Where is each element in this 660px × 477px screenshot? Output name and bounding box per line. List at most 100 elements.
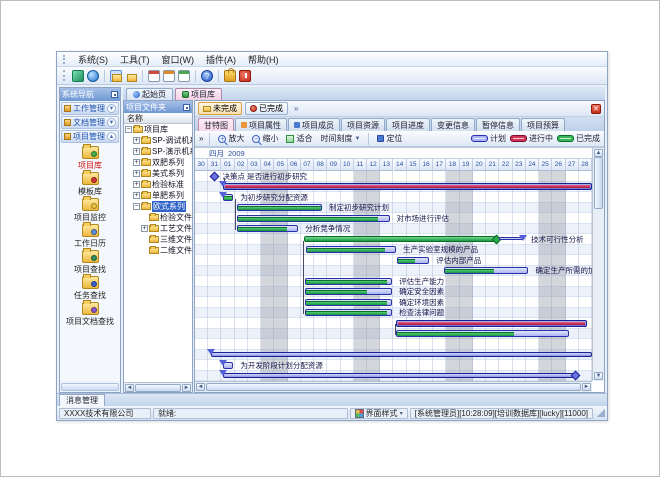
close-panel-button[interactable]: ✕	[591, 104, 601, 114]
menu-item-2[interactable]: 窗口(W)	[156, 52, 201, 67]
nav-item-工作日历[interactable]: 工作日历	[74, 224, 106, 249]
gantt-summary-bar-plan[interactable]	[223, 373, 576, 378]
tab-项目库[interactable]: 项目库	[175, 88, 222, 100]
gantt-summary-bar-done[interactable]	[304, 236, 497, 242]
tree-item-欧式系列[interactable]: −欧式系列	[124, 201, 192, 212]
tree-item-SP-调试机系[interactable]: +SP-调试机系	[124, 135, 192, 146]
globe-icon[interactable]	[87, 70, 99, 82]
gantt-task-bar[interactable]	[305, 299, 392, 306]
fit-button[interactable]: 适合	[284, 132, 314, 145]
gantt-tab-项目属性[interactable]: 项目属性	[235, 118, 287, 131]
tab-起始页[interactable]: 起始页	[126, 88, 173, 100]
gantt-task-bar[interactable]	[397, 257, 429, 264]
workspace-icon[interactable]	[72, 70, 84, 82]
gantt-task-bar[interactable]	[444, 267, 529, 274]
tree-item-美式系列[interactable]: +美式系列	[124, 168, 192, 179]
gantt-task-bar[interactable]	[237, 225, 298, 232]
expand-icon[interactable]: +	[133, 181, 140, 188]
chevron-down-icon[interactable]: ▼	[107, 118, 116, 127]
exit-icon[interactable]	[239, 70, 251, 82]
scroll-thumb[interactable]	[135, 384, 181, 392]
gantt-task-bar[interactable]	[305, 309, 392, 316]
collapse-icon[interactable]: −	[125, 126, 132, 133]
gantt-tab-变更信息[interactable]: 变更信息	[431, 118, 475, 131]
tree-item-二维文件[interactable]: 二维文件	[124, 245, 192, 256]
nav-section-3[interactable]: 项目管理▲	[61, 130, 119, 143]
pushpin-icon[interactable]	[183, 104, 190, 111]
help-icon[interactable]	[201, 70, 213, 82]
chevron-down-icon[interactable]: ▼	[107, 104, 116, 113]
gantt-vertical-scrollbar[interactable]: ▲ ▼	[592, 148, 604, 381]
expand-icon[interactable]: +	[133, 159, 140, 166]
gantt-task-bar[interactable]	[305, 288, 392, 295]
nav-section-1[interactable]: 工作管理▼	[61, 102, 119, 115]
zoom-in-button[interactable]: +放大	[216, 132, 246, 145]
nav-item-项目查找[interactable]: 项目查找	[74, 250, 106, 275]
expand-icon[interactable]: +	[133, 192, 140, 199]
locate-button[interactable]: 定位	[375, 132, 404, 145]
expand-icon[interactable]: +	[141, 225, 148, 232]
gantt-summary-bar-active[interactable]	[396, 320, 587, 327]
tree-item-单肥系列[interactable]: +单肥系列	[124, 190, 192, 201]
project-folder-icon[interactable]	[125, 70, 137, 82]
collapse-icon[interactable]: −	[133, 203, 140, 210]
tab-message-management[interactable]: 消息管理	[59, 394, 105, 406]
gantt-tab-项目资源[interactable]: 项目资源	[341, 118, 385, 131]
gantt-summary-bar-plan[interactable]	[211, 352, 592, 357]
expand-icon[interactable]: +	[133, 148, 140, 155]
zoom-out-button[interactable]: −缩小	[250, 132, 280, 145]
gantt-tab-项目进度[interactable]: 项目进度	[386, 118, 430, 131]
expand-icon[interactable]: +	[133, 137, 140, 144]
nav-section-2[interactable]: 文档管理▼	[61, 116, 119, 129]
scroll-thumb[interactable]	[206, 383, 581, 391]
tree-horizontal-scrollbar[interactable]: ◄ ►	[124, 382, 192, 392]
gantt-task-bar[interactable]	[237, 215, 389, 222]
gantt-tab-暂停信息[interactable]: 暂停信息	[476, 118, 520, 131]
tree-item-三维文件[interactable]: 三维文件	[124, 234, 192, 245]
tree-item-项目库[interactable]: −项目库	[124, 124, 192, 135]
menu-item-3[interactable]: 插件(A)	[200, 52, 242, 67]
scroll-thumb[interactable]	[594, 157, 603, 209]
menu-item-4[interactable]: 帮助(H)	[242, 52, 285, 67]
report-red-icon[interactable]	[148, 70, 160, 82]
nav-collapsed-section[interactable]	[61, 383, 119, 391]
scroll-up-icon[interactable]: ▲	[594, 149, 603, 157]
report-orange-icon[interactable]	[163, 70, 175, 82]
filter-未完成-button[interactable]: 未完成	[198, 102, 242, 115]
nav-item-项目库[interactable]: 项目库	[78, 146, 102, 171]
tree-item-工艺文件[interactable]: +工艺文件	[124, 223, 192, 234]
toolbar-overflow-icon[interactable]: »	[199, 134, 203, 143]
filter-overflow-icon[interactable]: »	[291, 104, 301, 113]
nav-item-项目监控[interactable]: 项目监控	[74, 198, 106, 223]
scroll-left-icon[interactable]: ◄	[125, 384, 134, 392]
scroll-right-icon[interactable]: ►	[182, 384, 191, 392]
open-project-folder-icon[interactable]	[110, 70, 122, 82]
expand-icon[interactable]: +	[133, 170, 140, 177]
menu-item-1[interactable]: 工具(T)	[114, 52, 156, 67]
chevron-up-icon[interactable]: ▲	[107, 132, 116, 141]
tree-item-SP-演示机系[interactable]: +SP-演示机系	[124, 146, 192, 157]
resize-grip[interactable]	[597, 409, 605, 417]
lock-icon[interactable]	[224, 70, 236, 82]
gantt-task-bar[interactable]	[306, 246, 396, 253]
gantt-tab-项目预算[interactable]: 项目预算	[521, 118, 565, 131]
nav-item-模板库[interactable]: 模板库	[78, 172, 102, 197]
gantt-task-bar[interactable]	[305, 278, 392, 285]
pushpin-icon[interactable]	[111, 91, 118, 98]
tree-item-双肥系列[interactable]: +双肥系列	[124, 157, 192, 168]
menu-item-0[interactable]: 系统(S)	[72, 52, 114, 67]
time-scale-button[interactable]: 时间刻度▼	[318, 132, 362, 145]
gantt-task-bar[interactable]	[396, 330, 569, 337]
scroll-left-icon[interactable]: ◄	[196, 383, 205, 391]
scroll-down-icon[interactable]: ▼	[594, 372, 603, 380]
gantt-grid[interactable]: 决策点 是否进行初步研究为初步研究分配资源制定初步研究计划对市场进行评估分析竞争…	[195, 171, 592, 381]
gantt-horizontal-scrollbar[interactable]: ◄ ►	[195, 381, 592, 392]
gantt-tab-项目成员[interactable]: 项目成员	[288, 118, 340, 131]
nav-item-项目文档查找[interactable]: 项目文档查找	[66, 302, 114, 327]
tree-item-检验标准[interactable]: +检验标准	[124, 179, 192, 190]
report-green-icon[interactable]	[178, 70, 190, 82]
nav-item-任务查找[interactable]: 任务查找	[74, 276, 106, 301]
filter-已完成-button[interactable]: 已完成	[245, 102, 288, 115]
gantt-summary-bar-active[interactable]	[223, 183, 592, 190]
gantt-tab-甘特图[interactable]: 甘特图	[198, 118, 234, 131]
